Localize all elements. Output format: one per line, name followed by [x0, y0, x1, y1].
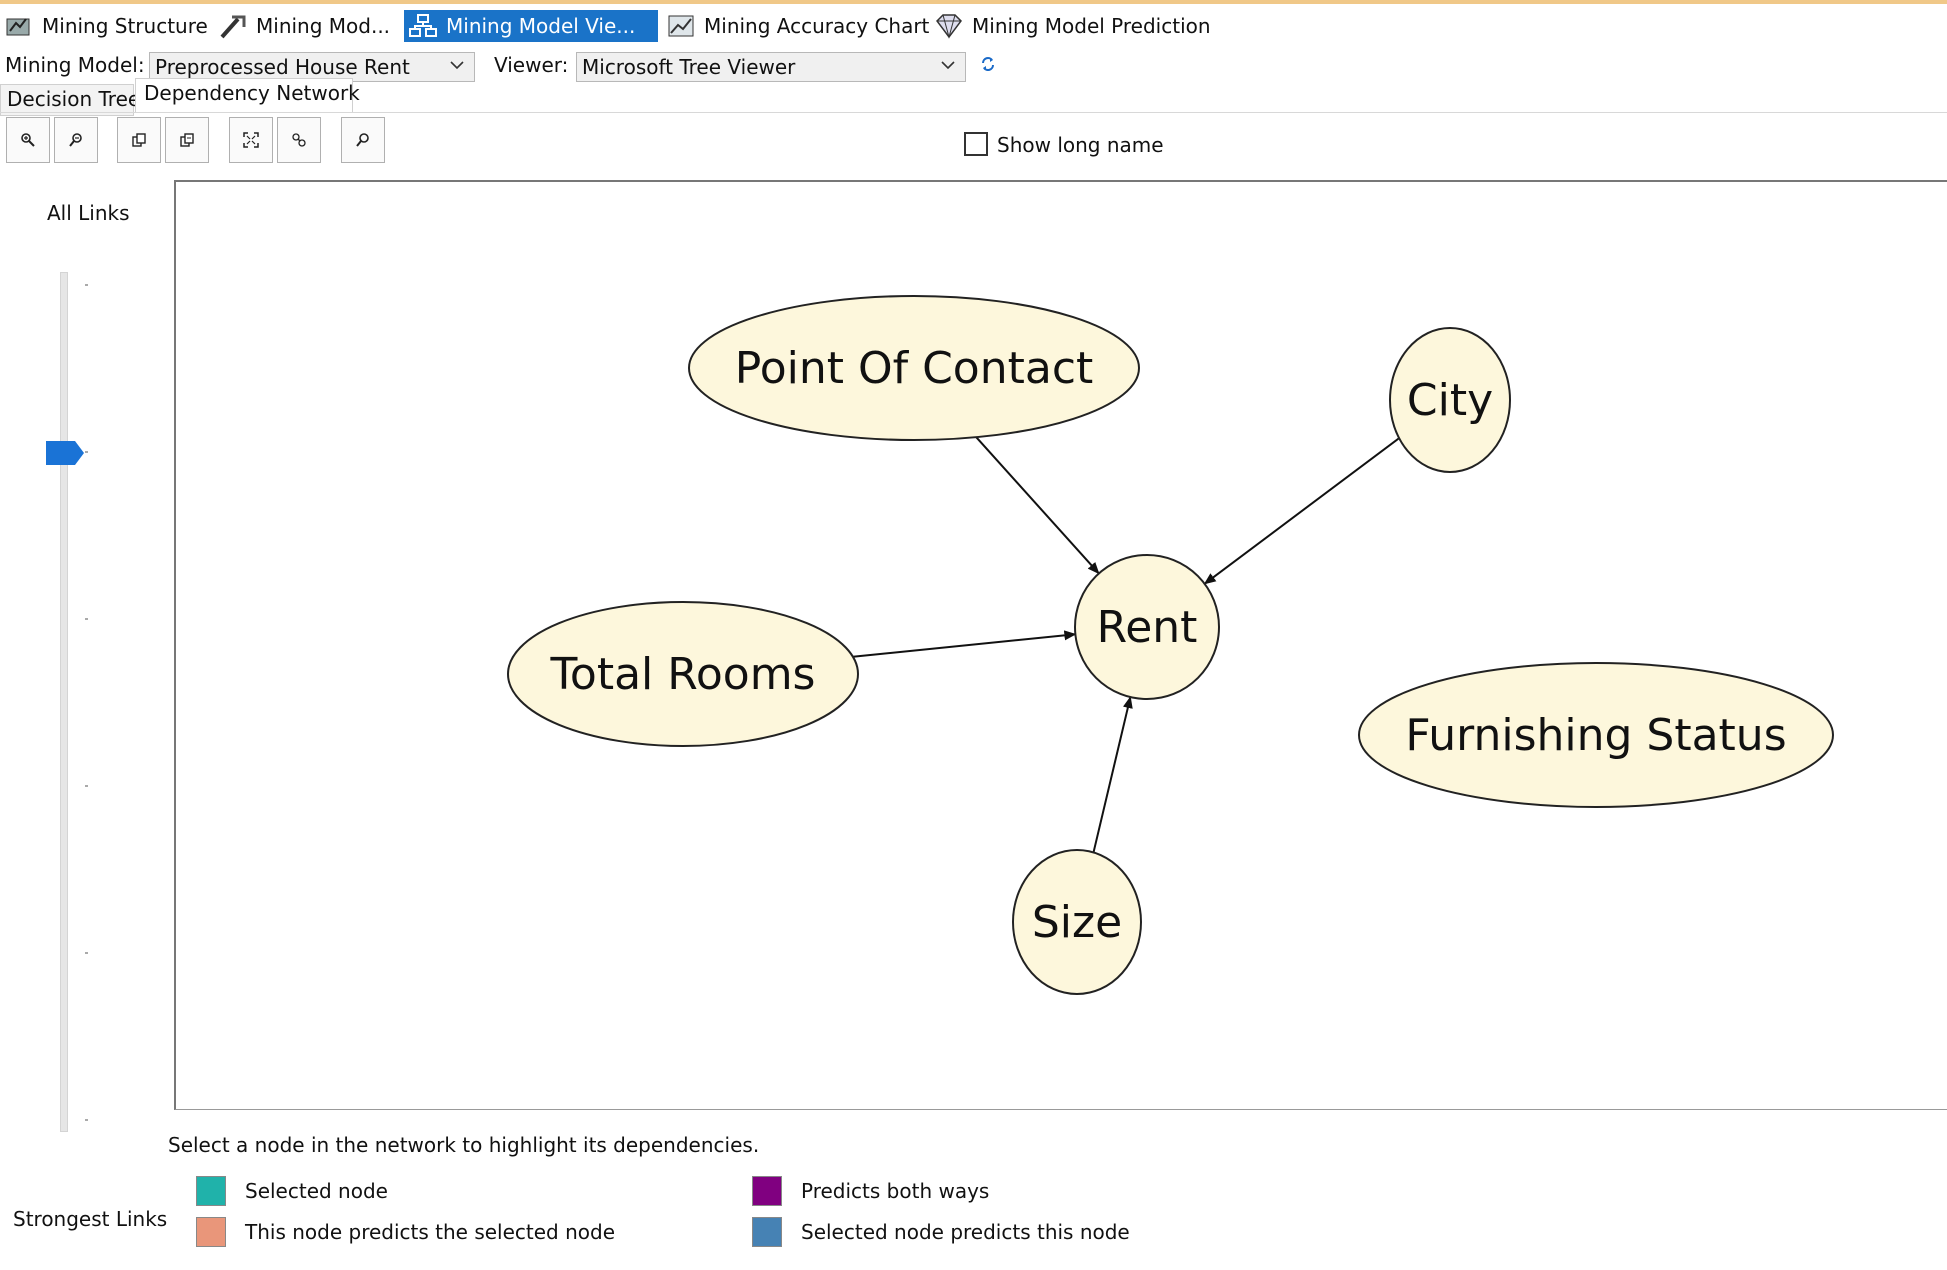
edge-city-to-rent	[1203, 437, 1400, 585]
hint-text: Select a node in the network to highligh…	[168, 1133, 760, 1157]
node-label: Rent	[1097, 602, 1198, 653]
find-node-button[interactable]	[277, 117, 321, 163]
mining-model-label: Mining Model:	[5, 53, 145, 77]
edge-rooms-to-rent	[852, 630, 1077, 658]
fit-to-window-icon	[243, 132, 259, 148]
tab-dependency-network[interactable]: Dependency Network	[135, 78, 360, 112]
edge-size-to-rent	[1092, 696, 1133, 853]
copy-graph-button[interactable]	[117, 117, 161, 163]
mining-model-viewer-icon	[409, 14, 437, 37]
refresh-icon[interactable]	[979, 55, 997, 73]
chevron-down-icon	[450, 61, 464, 70]
slider-tick	[85, 618, 88, 620]
tab-label: Mining Structure	[42, 14, 208, 38]
tab-label: Mining Model Vie...	[446, 14, 636, 38]
legend-swatch-both-ways	[752, 1176, 782, 1206]
tab-mining-structure[interactable]: Mining Structure	[0, 10, 208, 42]
slider-tick	[85, 451, 88, 453]
viewer-dropdown[interactable]: Microsoft Tree Viewer	[576, 52, 966, 82]
accuracy-chart-icon	[668, 15, 694, 37]
zoom-out-icon	[69, 133, 82, 147]
tab-mining-accuracy-chart[interactable]: Mining Accuracy Chart	[662, 10, 929, 42]
legend-label-both-ways: Predicts both ways	[801, 1179, 990, 1203]
node-size[interactable]: Size	[1012, 849, 1142, 995]
node-rent[interactable]: Rent	[1074, 554, 1220, 700]
mining-models-icon	[220, 15, 246, 39]
legend-swatch-predicts-selected	[196, 1217, 226, 1247]
chevron-down-icon	[941, 61, 955, 70]
legend-label-selected: Selected node	[245, 1179, 388, 1203]
tab-mining-model-prediction[interactable]: Mining Model Prediction	[930, 10, 1211, 42]
dependency-network-canvas[interactable]: Point Of Contact City Rent Total Rooms Furni…	[174, 180, 1947, 1110]
node-rooms[interactable]: Total Rooms	[507, 601, 859, 747]
tab-label: Mining Model Prediction	[972, 14, 1211, 38]
node-poc[interactable]: Point Of Contact	[688, 295, 1140, 441]
zoom-in-button[interactable]	[6, 117, 50, 163]
node-label: Total Rooms	[550, 649, 816, 700]
legend-label-predicts-selected: This node predicts the selected node	[245, 1220, 616, 1244]
search-button[interactable]	[341, 117, 385, 163]
slider-tick	[85, 952, 88, 954]
network-graph: Point Of Contact City Rent Total Rooms Furni…	[507, 295, 1834, 995]
tab-divider	[0, 112, 1947, 113]
node-label: Point Of Contact	[735, 343, 1094, 394]
node-label: Furnishing Status	[1405, 710, 1786, 761]
slider-tick	[85, 785, 88, 787]
fit-to-window-button[interactable]	[229, 117, 273, 163]
viewer-value: Microsoft Tree Viewer	[582, 55, 796, 79]
copy-graph-icon	[132, 133, 146, 147]
edge-poc-to-rent	[975, 436, 1100, 575]
slider-tick	[85, 1119, 88, 1121]
tab-label: Mining Accuracy Chart	[704, 14, 930, 38]
prediction-icon	[936, 14, 962, 39]
legend-swatch-selected-predicts	[752, 1217, 782, 1247]
slider-tick	[85, 284, 88, 286]
tab-mining-models[interactable]: Mining Mod...	[214, 10, 390, 42]
mining-structure-icon	[6, 18, 30, 36]
legend-label-selected-predicts: Selected node predicts this node	[801, 1220, 1130, 1244]
copy-view-button[interactable]	[165, 117, 209, 163]
legend-swatch-selected	[196, 1176, 226, 1206]
zoom-out-button[interactable]	[54, 117, 98, 163]
search-icon	[356, 133, 369, 147]
slider-top-label: All Links	[47, 201, 130, 225]
node-furnish[interactable]: Furnishing Status	[1358, 662, 1834, 808]
tab-label: Mining Mod...	[256, 14, 391, 38]
node-city[interactable]: City	[1389, 327, 1511, 473]
viewer-label: Viewer:	[494, 53, 569, 77]
copy-view-icon	[180, 133, 194, 147]
show-long-name-label[interactable]: Show long name	[997, 133, 1164, 157]
slider-thumb[interactable]	[45, 440, 85, 466]
slider-bottom-label: Strongest Links	[13, 1207, 168, 1231]
node-label: Size	[1032, 897, 1122, 948]
link-strength-slider[interactable]	[60, 272, 68, 1132]
node-label: City	[1407, 375, 1493, 426]
tab-mining-model-viewer[interactable]: Mining Model Vie...	[404, 10, 658, 42]
show-long-name-checkbox[interactable]	[964, 132, 988, 156]
mining-model-value: Preprocessed House Rent	[155, 55, 410, 79]
zoom-in-icon	[21, 133, 35, 147]
designer-tab-bar: Mining Structure Mining Mod... Mining Mo…	[0, 4, 1947, 44]
find-node-icon	[292, 133, 306, 147]
